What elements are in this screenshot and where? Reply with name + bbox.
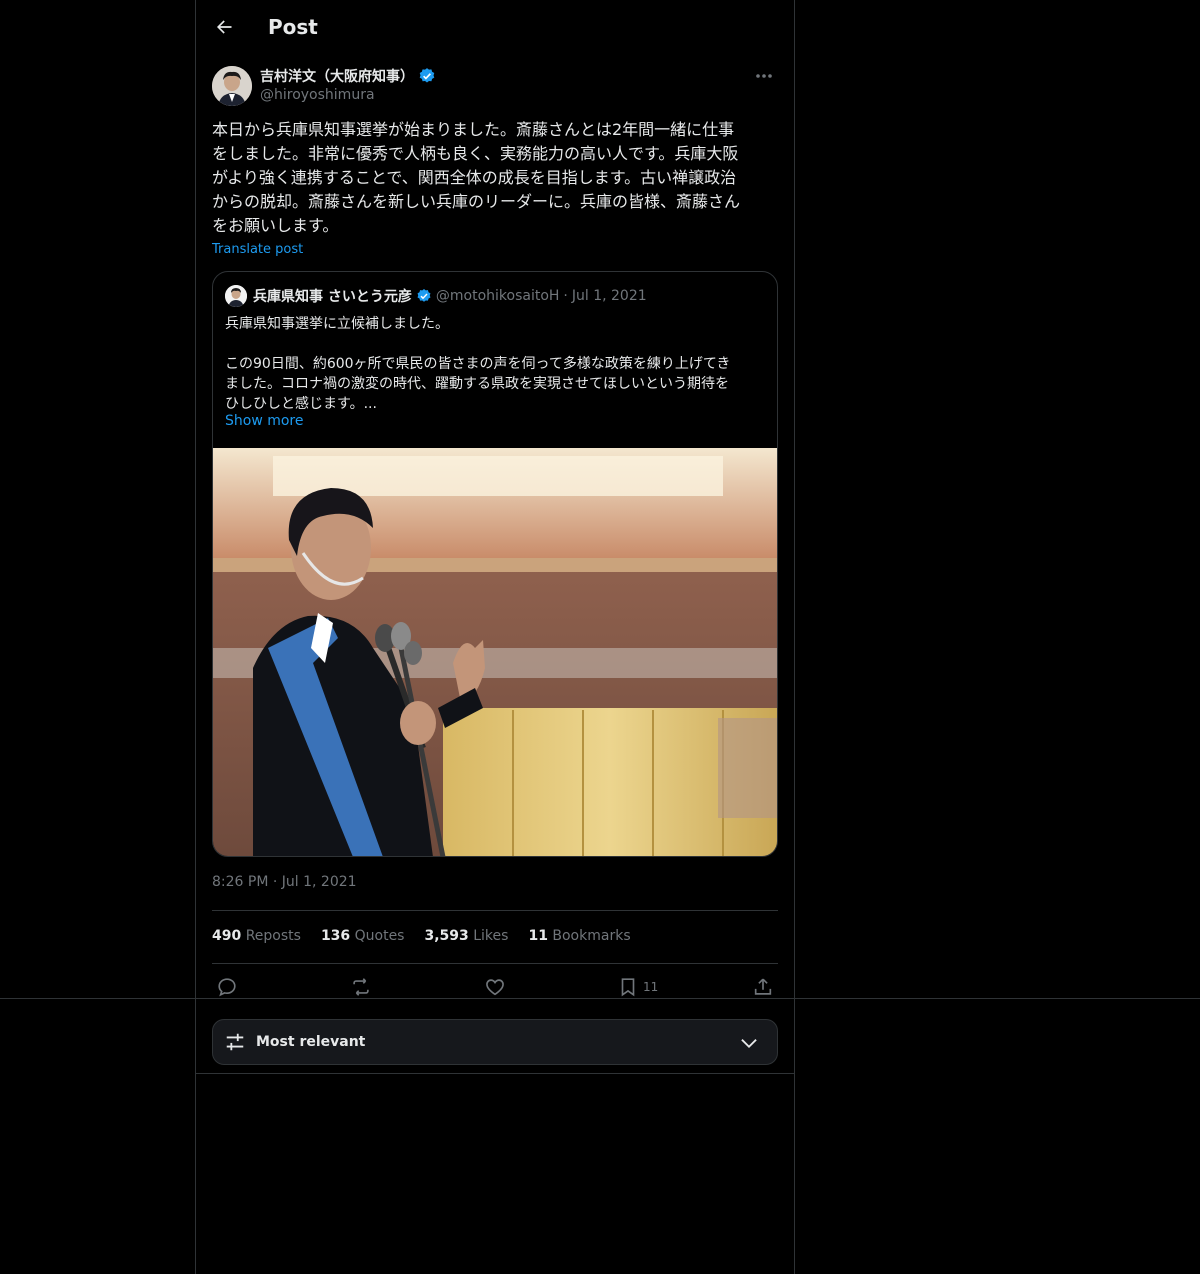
likes-stat[interactable]: 3,593 Likes [424, 928, 508, 944]
arrow-left-icon [217, 20, 232, 34]
reply-button[interactable] [216, 974, 238, 1000]
more-dots-icon [756, 74, 772, 78]
bookmark-icon [621, 978, 635, 997]
quoted-post-text: 兵庫県知事選挙に立候補しました。 この90日間、約600ヶ所で県民の皆さまの声を… [225, 316, 731, 412]
back-button[interactable] [196, 0, 252, 54]
like-button[interactable] [484, 974, 506, 1000]
likes-count: 3,593 [424, 928, 469, 944]
translate-post-link[interactable]: Translate post [212, 242, 303, 257]
bookmark-count: 11 [643, 980, 659, 994]
reposts-label: Reposts [245, 928, 301, 944]
likes-label: Likes [473, 928, 509, 944]
quotes-count: 136 [320, 928, 351, 944]
repost-icon [353, 978, 369, 996]
author-name[interactable]: 吉村洋文（大阪府知事） [260, 66, 414, 86]
quoted-date: Jul 1, 2021 [571, 288, 647, 304]
quoted-avatar [225, 285, 247, 307]
author-handle[interactable]: @hiroyoshimura [260, 87, 375, 103]
quoted-post-header: 兵庫県知事 さいとう元彦 @motohikosaitoH · Jul 1, 20… [225, 284, 647, 308]
heart-icon [486, 979, 504, 996]
share-button[interactable] [752, 974, 774, 1000]
bookmarks-stat[interactable]: 11 Bookmarks [528, 928, 630, 944]
author-name-row: 吉村洋文（大阪府知事） [260, 66, 436, 86]
main-column: Post 吉村洋文（大阪府知事） @hiroyoshimura 本日から兵庫県知… [195, 0, 795, 1274]
quoted-post[interactable]: 兵庫県知事 さいとう元彦 @motohikosaitoH · Jul 1, 20… [212, 271, 778, 857]
quotes-stat[interactable]: 136 Quotes [321, 928, 405, 944]
sort-label: Most relevant [256, 1034, 366, 1050]
divider [212, 910, 778, 911]
reply-icon [218, 978, 236, 997]
engagement-stats: 490 Reposts 136 Quotes 3,593 Likes 11 Bo… [212, 928, 631, 944]
reposts-stat[interactable]: 490 Reposts [212, 928, 301, 944]
divider [212, 963, 778, 964]
post-timestamp[interactable]: 8:26 PM · Jul 1, 2021 [212, 874, 357, 890]
campaign-speech-photo[interactable] [213, 448, 777, 857]
show-more-link[interactable]: Show more [225, 413, 304, 429]
quoted-author-name: 兵庫県知事 さいとう元彦 [253, 289, 412, 305]
action-bar: 11 [212, 974, 778, 1000]
header: Post [196, 0, 794, 54]
more-options-button[interactable] [750, 64, 778, 88]
avatar[interactable] [212, 66, 252, 106]
post-text: 本日から兵庫県知事選挙が始まりました。斎藤さんとは2年間一緒に仕事 をしました。… [212, 120, 741, 235]
repost-button[interactable] [350, 974, 372, 1000]
quotes-label: Quotes [354, 928, 405, 944]
quoted-author-handle: @motohikosaitoH [435, 288, 560, 304]
verified-badge-icon [419, 68, 435, 83]
page-title: Post [268, 15, 318, 39]
share-icon [754, 978, 772, 995]
bookmarks-label: Bookmarks [552, 928, 631, 944]
bookmarks-count: 11 [528, 928, 548, 944]
post-author: 吉村洋文（大阪府知事） @hiroyoshimura [212, 64, 778, 108]
separator-dot: · [563, 288, 568, 304]
divider [196, 1073, 794, 1074]
reply-sort-dropdown[interactable]: Most relevant [212, 1019, 778, 1065]
bookmark-button[interactable]: 11 [617, 974, 658, 1000]
chevron-down-icon [741, 1039, 757, 1049]
verified-badge-icon [417, 289, 431, 302]
reposts-count: 490 [212, 928, 242, 944]
sliders-icon [226, 1033, 244, 1051]
